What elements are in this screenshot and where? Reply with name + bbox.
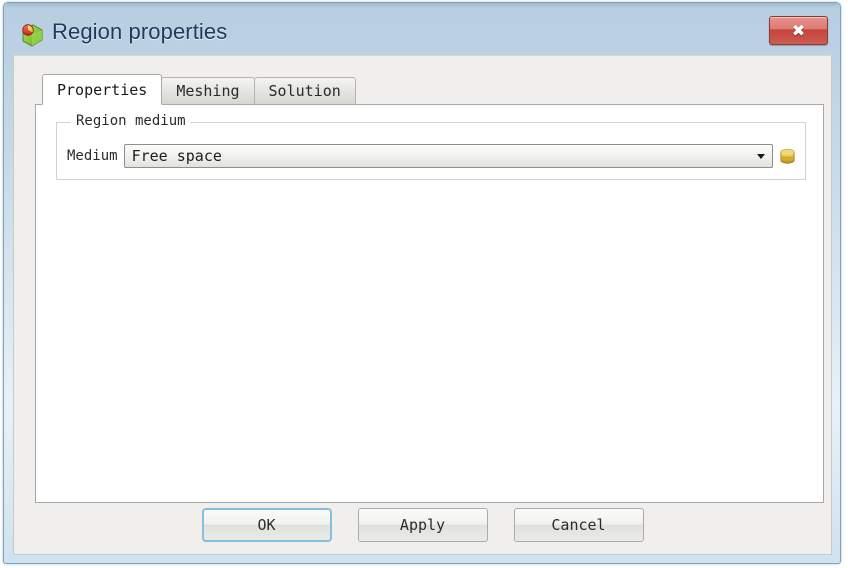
region-properties-dialog: Region properties ✖ Properties Meshing S… <box>3 2 841 564</box>
medium-row: Medium Free space <box>67 143 797 169</box>
dialog-button-row: OK Apply Cancel <box>14 508 831 542</box>
ok-button[interactable]: OK <box>201 508 332 542</box>
apply-button[interactable]: Apply <box>357 508 488 542</box>
window-title: Region properties <box>52 19 228 44</box>
tab-meshing[interactable]: Meshing <box>161 77 255 104</box>
cancel-button[interactable]: Cancel <box>513 508 644 542</box>
tab-bar: Properties Meshing Solution <box>42 74 356 105</box>
media-database-icon <box>780 148 794 164</box>
close-button[interactable]: ✖ <box>769 16 828 45</box>
title-bar[interactable]: Region properties ✖ <box>4 3 840 59</box>
medium-combobox-value: Free space <box>131 147 222 165</box>
tab-properties[interactable]: Properties <box>42 74 163 105</box>
tab-meshing-label: Meshing <box>176 82 240 100</box>
region-medium-groupbox-label: Region medium <box>71 113 191 129</box>
media-database-button[interactable] <box>777 145 797 167</box>
close-icon: ✖ <box>791 20 806 40</box>
region-medium-groupbox: Region medium Medium Free space <box>56 113 806 180</box>
title-bar-highlight <box>5 3 839 8</box>
tab-solution-label: Solution <box>268 82 341 100</box>
chevron-down-icon <box>757 154 765 159</box>
medium-combobox[interactable]: Free space <box>123 144 773 168</box>
dialog-client-area: Properties Meshing Solution Region mediu… <box>13 55 832 555</box>
tab-properties-label: Properties <box>57 80 148 99</box>
region-properties-icon <box>19 22 45 48</box>
medium-label: Medium <box>67 148 118 164</box>
properties-tab-panel: Region medium Medium Free space <box>35 104 824 503</box>
ok-button-label: OK <box>257 516 276 534</box>
apply-button-label: Apply <box>399 516 446 534</box>
tab-solution[interactable]: Solution <box>253 77 356 104</box>
cancel-button-label: Cancel <box>551 516 606 534</box>
